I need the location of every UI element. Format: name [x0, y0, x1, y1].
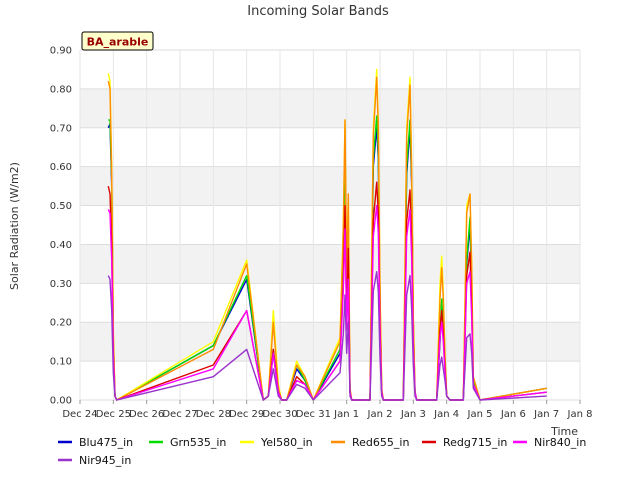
legend-label: Grn535_in	[170, 436, 226, 449]
y-tick-label: 0.10	[50, 357, 72, 368]
legend-label: Red655_in	[352, 436, 409, 449]
x-tick-label: Jan 1	[333, 409, 359, 420]
y-tick-label: 0.20	[50, 318, 72, 329]
legend: Blu475_in Grn535_in Yel580_in Red655_in Redg…	[58, 436, 586, 467]
x-tick-label: Jan 5	[467, 409, 493, 420]
x-tick-label: Jan 3	[400, 409, 426, 420]
plot-band	[80, 244, 580, 284]
legend-item: Nir945_in	[58, 454, 131, 467]
x-tick-label: Dec 28	[196, 409, 231, 420]
x-tick-label: Dec 31	[296, 409, 331, 420]
chart-title: Incoming Solar Bands	[247, 4, 389, 19]
y-tick-label: 0.90	[50, 46, 72, 57]
y-tick-label: 0.70	[50, 123, 72, 134]
x-tick-label: Dec 26	[129, 409, 164, 420]
legend-item: Blu475_in	[58, 436, 133, 449]
plot-band	[80, 88, 580, 128]
y-axis-label: Solar Radiation (W/m2)	[8, 162, 21, 290]
legend-item: Redg715_in	[422, 436, 507, 449]
legend-item: Red655_in	[331, 436, 409, 449]
plot-band	[80, 166, 580, 206]
plot-background-bands	[80, 88, 580, 362]
x-tick-label: Dec 25	[96, 409, 131, 420]
legend-item: Yel580_in	[240, 436, 313, 449]
x-tick-label: Dec 29	[229, 409, 264, 420]
legend-label: Yel580_in	[260, 436, 313, 449]
y-tick-label: 0.00	[50, 396, 72, 407]
x-tick-label: Dec 27	[162, 409, 197, 420]
x-tick-label: Jan 8	[567, 409, 593, 420]
plot-band	[80, 322, 580, 362]
x-tick-label: Jan 7	[533, 409, 559, 420]
y-axis-ticks: 0.00 0.10 0.20 0.30 0.40 0.50 0.60 0.70 0.80 0.90	[50, 46, 72, 407]
y-tick-label: 0.80	[50, 84, 72, 95]
x-tick-label: Jan 6	[500, 409, 526, 420]
x-tick-label: Dec 24	[62, 409, 97, 420]
y-tick-label: 0.40	[50, 240, 72, 251]
y-tick-label: 0.30	[50, 279, 72, 290]
chart: 0.00 0.10 0.20 0.30 0.40 0.50 0.60 0.70 0.80 0.90…	[8, 4, 592, 467]
x-axis-ticks: Dec 24Dec 25Dec 26Dec 27Dec 28Dec 29Dec …	[62, 400, 592, 420]
legend-label: Nir945_in	[79, 454, 131, 467]
series-line-nir840-in	[107, 204, 547, 401]
y-tick-label: 0.60	[50, 162, 72, 173]
legend-item: Grn535_in	[149, 436, 226, 449]
x-tick-label: Dec 30	[262, 409, 297, 420]
legend-label: Redg715_in	[443, 436, 507, 449]
legend-label: Blu475_in	[79, 436, 133, 449]
site-badge-label: BA_arable	[87, 36, 149, 49]
x-tick-label: Jan 4	[433, 409, 459, 420]
y-tick-label: 0.50	[50, 201, 72, 212]
legend-label: Nir840_in	[534, 436, 586, 449]
x-tick-label: Jan 2	[367, 409, 393, 420]
legend-item: Nir840_in	[513, 436, 586, 449]
site-badge: BA_arable	[81, 31, 154, 51]
